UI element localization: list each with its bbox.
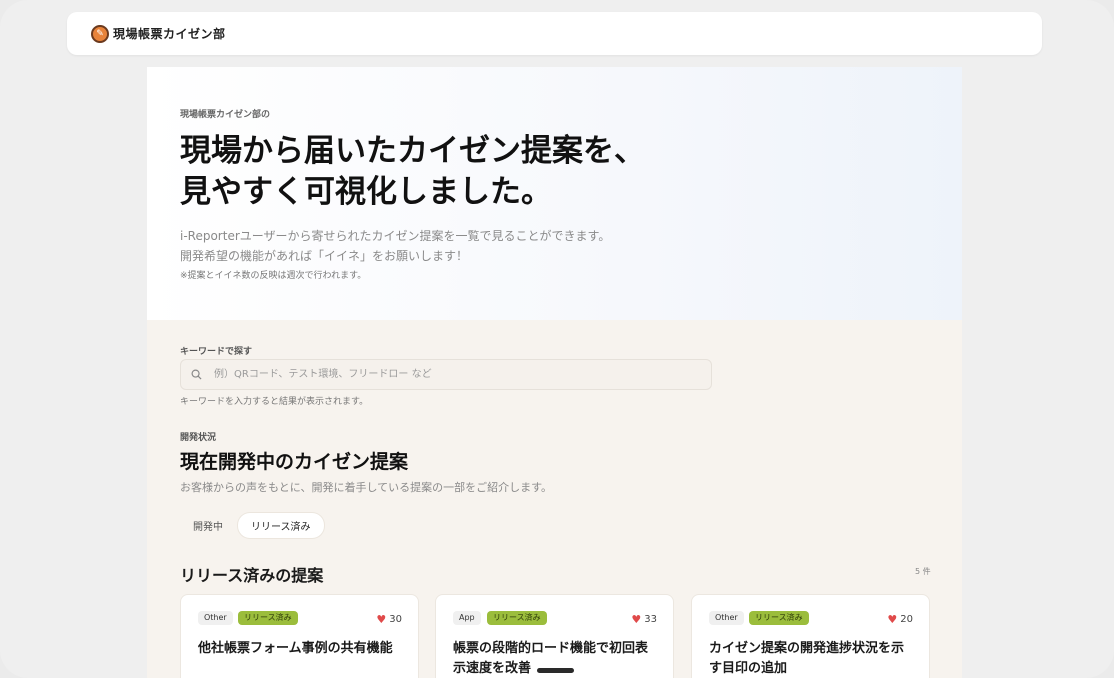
category-badge: App — [453, 611, 481, 625]
proposal-card[interactable]: Other リリース済み ♥ 20 カイゼン提案の開発進捗状況を示す目印の追加 — [691, 594, 930, 678]
hero-title: 現場から届いたカイゼン提案を、 見やすく可視化しました。 — [180, 131, 740, 213]
site-logo[interactable]: ✎ 現場帳票カイゼン部 — [91, 24, 226, 43]
hero-desc-line1: i-Reporterユーザーから寄せられたカイゼン提案を一覧で見ることができます… — [180, 229, 611, 243]
search-box[interactable] — [180, 359, 712, 390]
status-badge: リリース済み — [238, 611, 298, 625]
hero-desc-line2: 開発希望の機能があれば「イイネ」をお願いします！ — [180, 249, 469, 263]
status-title: 現在開発中のカイゼン提案 — [180, 451, 409, 473]
hero-note: ※提案とイイネ数の反映は週次で行われます。 — [180, 271, 367, 281]
category-badge: Other — [198, 611, 233, 625]
status-tabs: 開発中 リリース済み — [180, 513, 324, 538]
hero-description: i-Reporterユーザーから寄せられたカイゼン提案を一覧で見ることができます… — [180, 226, 610, 266]
like-button[interactable]: ♥ 30 — [376, 613, 402, 626]
like-button[interactable]: ♥ 33 — [631, 613, 657, 626]
status-badge: リリース済み — [487, 611, 547, 625]
app-frame: ✎ 現場帳票カイゼン部 現場帳票カイゼン部の 現場から届いたカイゼン提案を、 見… — [0, 0, 1114, 678]
tab-in-development[interactable]: 開発中 — [180, 513, 236, 538]
status-eyebrow: 開発状況 — [180, 433, 217, 443]
home-indicator — [537, 668, 574, 673]
search-help-text: キーワードを入力すると結果が表示されます。 — [180, 397, 369, 407]
hero-eyebrow: 現場帳票カイゼン部の — [180, 110, 271, 120]
category-badge: Other — [709, 611, 744, 625]
heart-icon: ♥ — [376, 613, 387, 626]
hero-title-line2: 見やすく可視化しました。 — [180, 174, 552, 210]
hero-title-line1: 現場から届いたカイゼン提案を、 — [180, 133, 645, 169]
main-content: 現場帳票カイゼン部の 現場から届いたカイゼン提案を、 見やすく可視化しました。 … — [147, 67, 962, 678]
logo-icon: ✎ — [91, 24, 109, 43]
like-count: 33 — [644, 614, 657, 625]
search-label: キーワードで探す — [180, 347, 253, 357]
results-title: リリース済みの提案 — [180, 566, 324, 585]
search-input[interactable] — [212, 368, 711, 381]
like-button[interactable]: ♥ 20 — [887, 613, 913, 626]
like-count: 20 — [900, 614, 913, 625]
status-badge: リリース済み — [749, 611, 809, 625]
logo-text: 現場帳票カイゼン部 — [113, 27, 226, 41]
proposal-card[interactable]: Other リリース済み ♥ 30 他社帳票フォーム事例の共有機能 — [180, 594, 419, 678]
card-title: カイゼン提案の開発進捗状況を示す目印の追加 — [709, 641, 905, 676]
search-icon — [188, 367, 204, 383]
like-count: 30 — [389, 614, 402, 625]
hero-section: 現場帳票カイゼン部の 現場から届いたカイゼン提案を、 見やすく可視化しました。 … — [147, 67, 962, 320]
proposal-card[interactable]: App リリース済み ♥ 33 帳票の段階的ロード機能で初回表示速度を改善 — [435, 594, 674, 678]
heart-icon: ♥ — [887, 613, 898, 626]
tab-released[interactable]: リリース済み — [238, 513, 324, 538]
status-description: お客様からの声をもとに、開発に着手している提案の一部をご紹介します。 — [180, 481, 553, 494]
card-title: 他社帳票フォーム事例の共有機能 — [198, 641, 393, 656]
heart-icon: ♥ — [631, 613, 642, 626]
top-header: ✎ 現場帳票カイゼン部 — [67, 12, 1042, 55]
results-count: 5 件 — [915, 567, 931, 576]
